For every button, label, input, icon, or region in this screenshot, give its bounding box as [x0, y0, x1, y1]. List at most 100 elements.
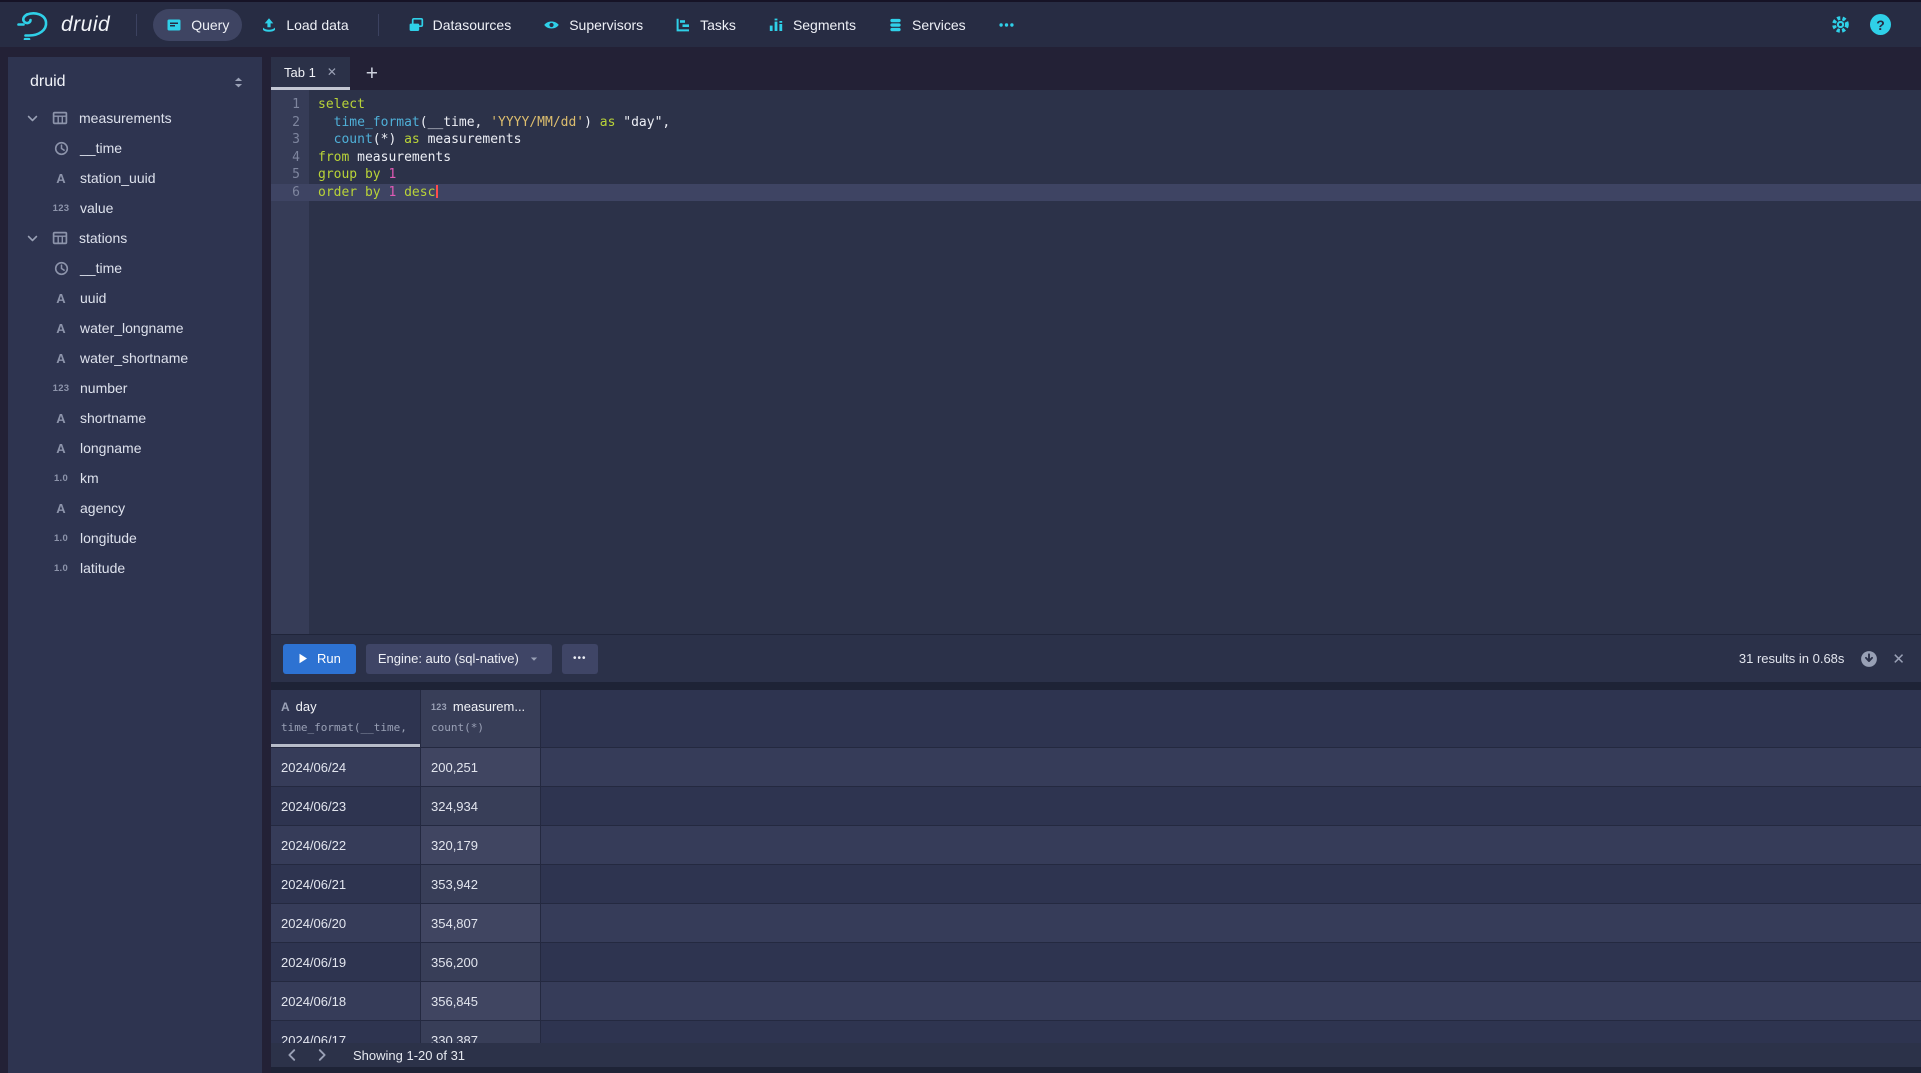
help-icon[interactable]: ?	[1870, 14, 1891, 35]
tree-column-label: longname	[80, 440, 142, 456]
result-cell-measurements[interactable]: 330,387	[421, 1021, 541, 1043]
result-cell-day[interactable]: 2024/06/24	[271, 748, 421, 786]
tree-column-__time[interactable]: __time	[8, 253, 262, 283]
code-text: from measurements	[309, 149, 1921, 167]
nav-item-segments[interactable]: Segments	[755, 9, 869, 41]
result-cell-measurements[interactable]: 353,942	[421, 865, 541, 903]
column-name: Aday	[281, 699, 410, 714]
string-type-icon: A	[51, 171, 71, 186]
tree-column-water_shortname[interactable]: Awater_shortname	[8, 343, 262, 373]
float-type-icon: 1.0	[51, 563, 71, 574]
float-type-icon: 1.0	[51, 533, 71, 544]
tree-column-label: latitude	[80, 560, 125, 576]
tree-column-longname[interactable]: Alongname	[8, 433, 262, 463]
close-results-icon[interactable]: ✕	[1888, 650, 1909, 668]
result-cell-day[interactable]: 2024/06/17	[271, 1021, 421, 1043]
result-cell-day[interactable]: 2024/06/22	[271, 826, 421, 864]
chevron-down-icon	[26, 112, 41, 125]
nav-item-label: Datasources	[433, 17, 512, 33]
run-button[interactable]: Run	[283, 644, 356, 674]
segments-icon	[768, 17, 784, 33]
result-cell-measurements[interactable]: 356,845	[421, 982, 541, 1020]
line-number: 4	[271, 149, 309, 167]
schema-selector[interactable]: druid	[8, 69, 262, 103]
bottom-scrollbar-track[interactable]	[271, 1067, 1921, 1073]
column-header-day[interactable]: Adaytime_format(__time, …	[271, 690, 421, 747]
nav-item-datasources[interactable]: Datasources	[395, 9, 525, 41]
results-table: Adaytime_format(__time, …123measurem...c…	[271, 690, 1921, 1043]
result-row: 2024/06/17330,387	[271, 1021, 1921, 1043]
result-cell-day[interactable]: 2024/06/19	[271, 943, 421, 981]
more-options-button[interactable]: •••	[562, 644, 598, 674]
result-cell-day[interactable]: 2024/06/23	[271, 787, 421, 825]
time-icon	[51, 141, 71, 156]
tree-table-measurements[interactable]: measurements	[8, 103, 262, 133]
tree-column-station_uuid[interactable]: Astation_uuid	[8, 163, 262, 193]
nav-item-label: Services	[912, 17, 966, 33]
chevron-down-icon	[26, 232, 41, 245]
datasources-icon	[408, 17, 424, 33]
result-cell-measurements[interactable]: 320,179	[421, 826, 541, 864]
tree-column-shortname[interactable]: Ashortname	[8, 403, 262, 433]
tree-column-label: value	[80, 200, 113, 216]
tab-1[interactable]: Tab 1 ✕	[271, 57, 350, 90]
column-name-label: measurem...	[453, 699, 525, 714]
result-row: 2024/06/19356,200	[271, 943, 1921, 982]
next-page-button[interactable]	[309, 1043, 335, 1067]
result-cell-measurements[interactable]: 200,251	[421, 748, 541, 786]
nav-item-load-data[interactable]: Load data	[248, 9, 361, 41]
tree-column-label: km	[80, 470, 99, 486]
results-header-row: Adaytime_format(__time, …123measurem...c…	[271, 690, 1921, 748]
tree-column-agency[interactable]: Aagency	[8, 493, 262, 523]
panel-divider[interactable]	[271, 682, 1921, 690]
query-icon	[166, 17, 182, 33]
tree-column-__time[interactable]: __time	[8, 133, 262, 163]
result-cell-day[interactable]: 2024/06/18	[271, 982, 421, 1020]
upload-icon	[261, 17, 277, 33]
line-number: 3	[271, 131, 309, 149]
nav-item-supervisors[interactable]: Supervisors	[530, 9, 656, 41]
prev-page-button[interactable]	[279, 1043, 305, 1067]
result-cell-day[interactable]: 2024/06/21	[271, 865, 421, 903]
database-icon	[888, 17, 903, 33]
tree-column-label: agency	[80, 500, 125, 516]
tree-column-water_longname[interactable]: Awater_longname	[8, 313, 262, 343]
tree-table-stations[interactable]: stations	[8, 223, 262, 253]
nav-item-services[interactable]: Services	[875, 9, 979, 41]
tree-column-label: water_shortname	[80, 350, 188, 366]
nav-item-query[interactable]: Query	[153, 9, 242, 41]
download-results-icon[interactable]	[1860, 650, 1878, 668]
result-cell-measurements[interactable]: 354,807	[421, 904, 541, 942]
column-header-measurements[interactable]: 123measurem...count(*)	[421, 690, 541, 747]
integer-type-icon: 123	[431, 702, 447, 712]
settings-gear-icon[interactable]	[1831, 15, 1850, 34]
run-bar: Run Engine: auto (sql-native) ••• 31 res…	[271, 634, 1921, 682]
row-filler	[541, 1021, 1921, 1043]
tree-column-latitude[interactable]: 1.0 latitude	[8, 553, 262, 583]
tree-column-km[interactable]: 1.0km	[8, 463, 262, 493]
new-tab-button[interactable]: +	[350, 57, 394, 90]
druid-home-link[interactable]: druid	[16, 10, 110, 40]
tree-column-label: __time	[80, 140, 122, 156]
tree-column-number[interactable]: 123number	[8, 373, 262, 403]
result-row: 2024/06/20354,807	[271, 904, 1921, 943]
brand-name: druid	[61, 13, 110, 37]
query-tab-bar: Tab 1 ✕ +	[271, 57, 1921, 90]
nav-item-tasks[interactable]: Tasks	[662, 9, 749, 41]
code-line-1: 1select	[271, 96, 1921, 114]
gantt-icon	[675, 17, 691, 33]
nav-item-more[interactable]	[985, 9, 1028, 41]
tree-column-longitude[interactable]: 1.0longitude	[8, 523, 262, 553]
engine-select-button[interactable]: Engine: auto (sql-native)	[366, 644, 552, 674]
tab-close-icon[interactable]: ✕	[327, 65, 337, 79]
tree-column-value[interactable]: 123value	[8, 193, 262, 223]
code-text: select	[309, 96, 1921, 114]
results-body: 2024/06/24200,2512024/06/23324,9342024/0…	[271, 748, 1921, 1043]
result-cell-measurements[interactable]: 356,200	[421, 943, 541, 981]
result-cell-measurements[interactable]: 324,934	[421, 787, 541, 825]
main-nav: QueryLoad data Datasources SupervisorsTask…	[126, 9, 1027, 41]
result-cell-day[interactable]: 2024/06/20	[271, 904, 421, 942]
sql-editor[interactable]: 1select2 time_format(__time, 'YYYY/MM/dd…	[271, 90, 1921, 634]
tree-column-uuid[interactable]: Auuid	[8, 283, 262, 313]
nav-divider	[136, 14, 137, 36]
